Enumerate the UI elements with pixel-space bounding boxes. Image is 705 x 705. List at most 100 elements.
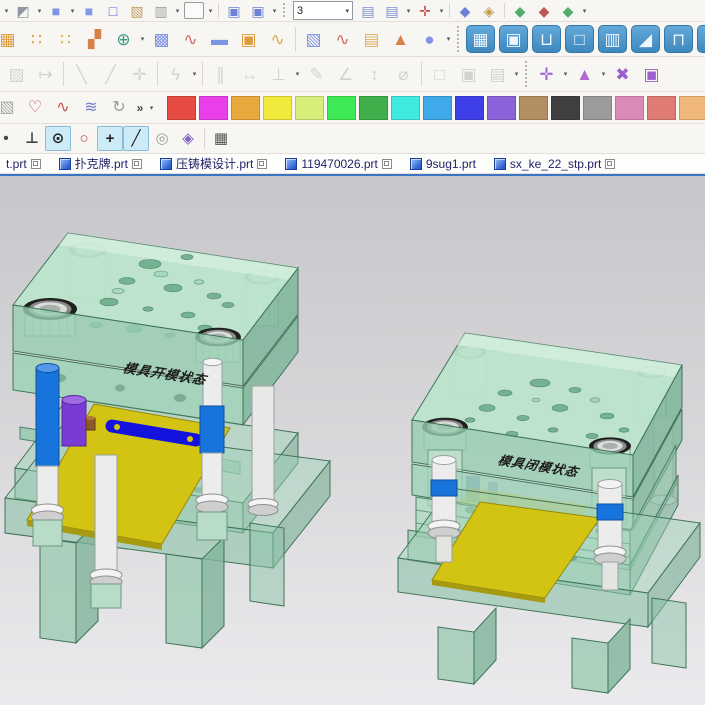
color-swatch[interactable] xyxy=(647,95,676,120)
flattened-sheet-icon[interactable]: ∿ xyxy=(49,95,77,121)
assembly-navigator-icon[interactable]: ▤ xyxy=(356,0,380,21)
sheet-body-icon[interactable]: ▧ xyxy=(0,95,21,121)
section-view-arrow[interactable]: ▾ xyxy=(173,7,182,15)
bounded-plane-icon[interactable]: ▧ xyxy=(299,25,328,53)
selection-scope-combo[interactable]: 3 ▾ xyxy=(293,1,353,20)
part-tab[interactable]: t.prt xyxy=(0,154,53,173)
color-swatch[interactable] xyxy=(199,95,228,120)
static-wireframe-icon[interactable]: □ xyxy=(101,0,125,21)
trimmed-sheet-icon[interactable]: ∿ xyxy=(176,25,205,53)
mold-csys-icon[interactable]: ▣ xyxy=(499,25,528,53)
shaded-view-icon[interactable]: ■ xyxy=(44,0,68,21)
core-insert-icon[interactable]: ▥ xyxy=(598,25,627,53)
3d-viewport-canvas[interactable]: 模具开模状态 模具闭模状态 xyxy=(0,176,705,705)
wcs-arrow[interactable]: ▾ xyxy=(437,7,446,15)
sew-icon[interactable]: ∿ xyxy=(263,25,292,53)
part-tab[interactable]: 9sug1.prt xyxy=(404,154,488,173)
support-pillar[interactable] xyxy=(89,454,123,609)
intersection-point-tool-icon[interactable]: ✛ xyxy=(125,60,154,88)
edit-toolbar-handle[interactable] xyxy=(524,60,529,88)
color-swatch[interactable] xyxy=(263,95,292,120)
open-in-window-icon[interactable] xyxy=(381,158,392,169)
toolbar-overflow-chevron[interactable]: » xyxy=(133,101,147,115)
diameter-dimension-icon[interactable]: ⌀ xyxy=(389,60,418,88)
stamp-icon[interactable]: ▤ xyxy=(483,60,512,88)
combo-arrow-icon[interactable]: ▾ xyxy=(345,7,349,15)
quadrant-snap-icon[interactable]: ○ xyxy=(71,126,97,151)
arc-center-snap-icon[interactable]: ⊙ xyxy=(45,126,71,151)
vertical-dimension-icon[interactable]: ↕ xyxy=(360,60,389,88)
pattern-feature-icon[interactable]: ∷ xyxy=(22,25,51,53)
move-to-layer-icon[interactable]: ↦ xyxy=(31,60,60,88)
part-tab[interactable]: 119470026.prt xyxy=(279,154,404,173)
color-swatch[interactable] xyxy=(583,95,612,120)
part-tab[interactable]: 扑克牌.prt xyxy=(53,154,154,173)
pattern-geometry-icon[interactable]: ∷ xyxy=(51,25,80,53)
support-pillar[interactable] xyxy=(247,385,279,516)
color-swatch[interactable] xyxy=(519,95,548,120)
shaded-with-edges-icon[interactable]: ◩ xyxy=(11,0,35,21)
view-toolbar-handle[interactable] xyxy=(282,2,287,19)
project-curve-icon[interactable]: ↻ xyxy=(105,95,133,121)
trim-curve-icon[interactable]: ╲ xyxy=(67,60,96,88)
unite-boolean-icon[interactable]: ⊕ xyxy=(109,25,138,53)
window-cascade-icon[interactable]: ▣ xyxy=(246,0,270,21)
cone-icon[interactable]: ▲ xyxy=(386,25,415,53)
color-swatch[interactable] xyxy=(551,95,580,120)
color-swatch[interactable] xyxy=(359,95,388,120)
guide-pillar[interactable] xyxy=(31,363,64,547)
point-on-face-snap-icon[interactable]: ◎ xyxy=(149,126,175,151)
trim-mold-icon[interactable]: ⊓ xyxy=(664,25,693,53)
section-view-icon[interactable]: ▥ xyxy=(149,0,173,21)
lock-constraint-icon[interactable]: ▣ xyxy=(454,60,483,88)
block-icon[interactable]: ▤ xyxy=(357,25,386,53)
color-swatch[interactable] xyxy=(423,95,452,120)
move-object-icon[interactable]: ✛ xyxy=(532,60,561,88)
swept-icon[interactable]: ∿ xyxy=(328,25,357,53)
mold-toolbar-handle[interactable] xyxy=(456,25,461,53)
edit-feature-arrow[interactable]: ▾ xyxy=(599,70,608,78)
high-quality-image-icon[interactable]: ◆ xyxy=(453,0,477,21)
mold-model-open[interactable]: 模具开模状态 xyxy=(4,232,331,650)
mirror-feature-icon[interactable]: ▞ xyxy=(80,25,109,53)
step-forward-icon[interactable]: ◆ xyxy=(556,0,580,21)
quick-trim-icon[interactable]: ϟ xyxy=(161,60,190,88)
part-navigator-icon[interactable]: ▤ xyxy=(380,0,404,21)
sketch-style-icon[interactable]: ✎ xyxy=(302,60,331,88)
thicken-icon[interactable]: ▬ xyxy=(205,25,234,53)
wcs-icon[interactable]: ✛ xyxy=(413,0,437,21)
trimmed-body-icon[interactable]: ▩ xyxy=(147,25,176,53)
color-swatch[interactable] xyxy=(167,95,196,120)
cavity-layout-icon[interactable]: □ xyxy=(565,25,594,53)
sphere-icon[interactable]: ● xyxy=(415,25,444,53)
graphics-window[interactable]: 模具开模状态 模具闭模状态 xyxy=(0,176,705,705)
display-properties-icon[interactable]: ▨ xyxy=(2,60,31,88)
open-in-window-icon[interactable] xyxy=(605,158,616,169)
perpendicular-constraint-icon[interactable]: ⊥ xyxy=(264,60,293,88)
extend-curve-icon[interactable]: ╱ xyxy=(96,60,125,88)
delete-object-icon[interactable]: ✖ xyxy=(608,60,637,88)
purple-punch[interactable] xyxy=(61,395,87,447)
color-swatch[interactable] xyxy=(295,95,324,120)
step-first-icon[interactable]: ◆ xyxy=(508,0,532,21)
constraint-arrow[interactable]: ▾ xyxy=(293,70,302,78)
parting-tool-icon[interactable]: ◢ xyxy=(631,25,660,53)
visual-effects-icon[interactable]: ◈ xyxy=(477,0,501,21)
point-on-curve-snap-icon[interactable]: • xyxy=(0,126,19,151)
mold-tools-icon[interactable]: ▧ xyxy=(697,25,705,53)
face-analysis-icon[interactable]: ▧ xyxy=(125,0,149,21)
copy-object-icon[interactable]: ▣ xyxy=(637,60,666,88)
part-tab[interactable]: sx_ke_22_stp.prt xyxy=(488,154,627,173)
point-on-line-snap-icon[interactable]: ╱ xyxy=(123,126,149,151)
open-in-window-icon[interactable] xyxy=(30,158,41,169)
shaded-view-arrow[interactable]: ▾ xyxy=(68,7,77,15)
extrude-icon[interactable]: ▦ xyxy=(0,25,22,53)
dimension-box-icon[interactable]: ↔ xyxy=(235,60,264,88)
new-window-icon[interactable]: ▣ xyxy=(222,0,246,21)
color-swatch[interactable] xyxy=(231,95,260,120)
toolbar-overflow-arrow[interactable]: ▾ xyxy=(2,7,11,15)
angle-dimension-icon[interactable]: ∠ xyxy=(331,60,360,88)
window-arrow[interactable]: ▾ xyxy=(270,7,279,15)
color-swatch[interactable] xyxy=(455,95,484,120)
stamp-arrow[interactable]: ▾ xyxy=(512,70,521,78)
